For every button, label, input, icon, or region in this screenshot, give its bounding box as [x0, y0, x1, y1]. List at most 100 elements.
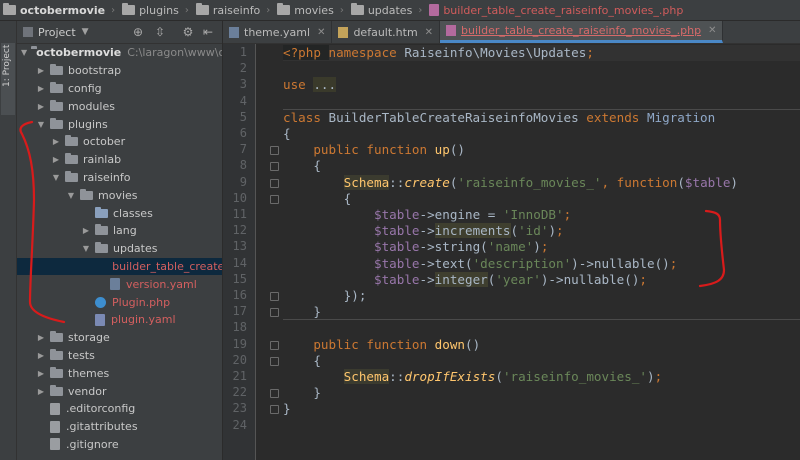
breadcrumb-item[interactable]: updates › [348, 0, 427, 20]
tree-item[interactable]: ▶ tests [17, 347, 222, 365]
code-line[interactable]: $table->engine = 'InnoDB'; [283, 207, 800, 223]
tree-item[interactable]: ▶builder_table_create [17, 257, 222, 276]
collapse-arrow-icon[interactable]: ▶ [36, 84, 46, 93]
expand-arrow-icon[interactable]: ▼ [51, 173, 61, 182]
expand-arrow-icon[interactable]: ▼ [81, 244, 91, 253]
code-line[interactable]: { [283, 158, 800, 174]
code-line[interactable] [283, 61, 800, 77]
fold-marker-icon[interactable] [270, 194, 279, 204]
code-line[interactable]: $table->text('description')->nullable(); [283, 256, 800, 272]
collapse-arrow-icon[interactable]: ▶ [36, 333, 46, 342]
code-line[interactable]: class BuilderTableCreateRaiseinfoMovies … [283, 110, 800, 126]
close-icon[interactable]: ✕ [317, 27, 325, 38]
code-line[interactable]: $table->integer('year')->nullable(); [283, 271, 800, 288]
collapse-icon[interactable]: ⇳ [153, 25, 167, 39]
code-token: integer [434, 271, 488, 287]
code-line[interactable]: }); [283, 288, 800, 304]
editor-tab[interactable]: default.htm ✕ [332, 21, 441, 43]
tree-item[interactable]: ▶classes [17, 204, 222, 222]
tree-item[interactable]: ▶ vendor [17, 382, 222, 400]
code-line[interactable]: Schema::create ('raiseinfo_movies_', func… [283, 174, 800, 191]
code-line[interactable]: $table->string('name'); [283, 239, 800, 255]
project-tool-tab[interactable]: 1: Project [1, 43, 15, 115]
breadcrumb-item[interactable]: plugins › [119, 0, 193, 20]
tree-item[interactable]: ▶ bootstrap [17, 62, 222, 80]
code-line[interactable]: public function down() [283, 337, 800, 353]
collapse-arrow-icon[interactable]: ▶ [36, 369, 46, 378]
project-tree[interactable]: ▼ octobermovie C:\laragon\www\oc ▶ bootstrap… [17, 44, 222, 453]
collapse-arrow-icon[interactable]: ▶ [36, 66, 46, 75]
tree-item[interactable]: ▶ lang [17, 222, 222, 240]
expand-arrow-icon[interactable]: ▼ [36, 120, 46, 129]
code-token: ) [730, 174, 739, 190]
project-panel-title[interactable]: Project [38, 26, 76, 39]
expand-arrow-icon[interactable]: ▼ [21, 48, 27, 57]
fold-marker-icon[interactable] [270, 178, 279, 188]
fold-marker-icon[interactable] [270, 146, 279, 156]
fold-marker-icon[interactable] [270, 162, 279, 172]
code-editor[interactable]: <?php namespace Raiseinfo\Movies\Updates… [283, 44, 800, 460]
collapse-arrow-icon[interactable]: ▶ [36, 387, 46, 396]
code-line[interactable]: { [283, 126, 800, 142]
close-icon[interactable]: ✕ [708, 25, 716, 36]
code-line[interactable]: { [283, 191, 800, 207]
code-line[interactable]: } [283, 304, 800, 320]
code-line[interactable] [283, 418, 800, 434]
code-line[interactable]: { [283, 353, 800, 369]
fold-marker-icon[interactable] [270, 292, 279, 301]
line-number-gutter[interactable]: 1 2 3 4 5 6 7 8 9 10 11 12 13 14 15 16 17 18 19 20 21 22 23 24 [223, 44, 256, 460]
tree-item[interactable]: ▼ movies [17, 186, 222, 204]
code-line[interactable]: } [283, 385, 800, 401]
project-panel: Project ▼ ⊕ ⇳ ⚙ ⇤ ▼ octobermovie C:\larago… [17, 21, 223, 460]
code-line[interactable]: public function up() [283, 142, 800, 158]
code-line[interactable] [283, 320, 800, 336]
chevron-down-icon[interactable]: ▼ [82, 27, 89, 37]
collapse-arrow-icon[interactable]: ▶ [51, 137, 61, 146]
editor-tab[interactable]: builder_table_create_raiseinfo_movies_.p… [440, 21, 724, 43]
code-line[interactable] [283, 94, 800, 110]
close-icon[interactable]: ✕ [425, 27, 433, 38]
collapse-arrow-icon[interactable]: ▶ [36, 351, 46, 360]
fold-marker-icon[interactable] [270, 308, 279, 318]
tree-item[interactable]: ▶version.yaml [17, 275, 222, 293]
hide-icon[interactable]: ⇤ [201, 25, 215, 39]
tree-item[interactable]: ▶ storage [17, 329, 222, 347]
code-token: dropIfExists [404, 369, 496, 384]
expand-arrow-icon[interactable]: ▼ [66, 191, 76, 200]
collapse-arrow-icon[interactable]: ▶ [36, 102, 46, 111]
settings-target-icon[interactable]: ⊕ [131, 25, 145, 39]
code-line[interactable]: <?php namespace Raiseinfo\Movies\Updates… [283, 45, 800, 61]
tree-item[interactable]: ▶ config [17, 80, 222, 98]
tree-item[interactable]: ▼ octobermovie C:\laragon\www\oc [17, 44, 222, 62]
breadcrumb-item[interactable]: octobermovie › [0, 0, 119, 20]
tree-item[interactable]: ▼ updates [17, 240, 222, 258]
tree-item[interactable]: ▶plugin.yaml [17, 311, 222, 329]
tree-item[interactable]: ▼ plugins [17, 115, 222, 133]
breadcrumb-item[interactable]: movies › [274, 0, 348, 20]
gear-icon[interactable]: ⚙ [181, 25, 195, 39]
breadcrumb-item[interactable]: builder_table_create_raiseinfo_movies_.p… [426, 0, 687, 20]
code-line[interactable]: } [283, 401, 800, 417]
tree-item[interactable]: ▶ october [17, 133, 222, 151]
tree-item[interactable]: ▶.editorconfig [17, 400, 222, 418]
tree-item[interactable]: ▶.gitignore [17, 436, 222, 454]
folder-icon [65, 170, 78, 182]
code-line[interactable]: use ... [283, 77, 800, 93]
breadcrumb-label: raiseinfo [212, 3, 261, 17]
tree-item[interactable]: ▶Plugin.php [17, 293, 222, 311]
fold-marker-icon[interactable] [270, 405, 279, 415]
collapse-arrow-icon[interactable]: ▶ [51, 155, 61, 164]
fold-marker-icon[interactable] [270, 356, 279, 366]
tree-item[interactable]: ▶ themes [17, 364, 222, 382]
code-line[interactable]: Schema::dropIfExists('raiseinfo_movies_'… [283, 369, 800, 385]
tree-item[interactable]: ▶.gitattributes [17, 418, 222, 436]
fold-marker-icon[interactable] [270, 340, 279, 350]
collapse-arrow-icon[interactable]: ▶ [81, 226, 91, 235]
breadcrumb-item[interactable]: raiseinfo › [193, 0, 274, 20]
tree-item[interactable]: ▶ rainlab [17, 151, 222, 169]
fold-marker-icon[interactable] [270, 389, 279, 399]
code-line[interactable]: $table->increments('id'); [283, 223, 800, 239]
editor-tab[interactable]: theme.yaml ✕ [223, 21, 333, 43]
tree-item[interactable]: ▶ modules [17, 97, 222, 115]
tree-item[interactable]: ▼ raiseinfo [17, 169, 222, 187]
